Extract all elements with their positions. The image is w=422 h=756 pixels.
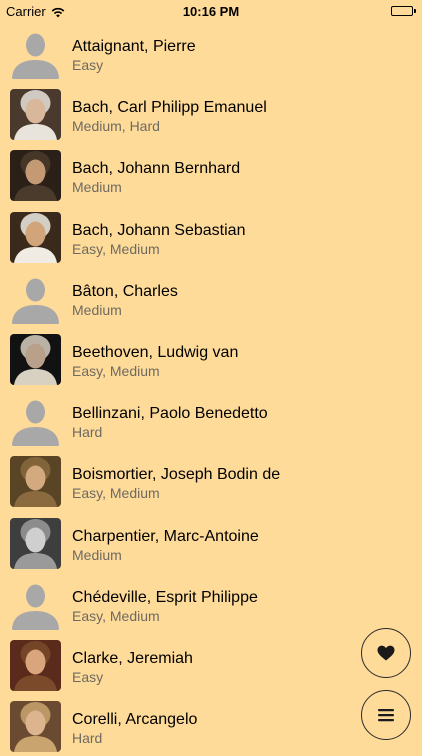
composer-portrait [10,517,61,569]
favorites-button[interactable] [361,628,411,678]
composer-row[interactable]: Bach, Johann Bernhard Medium [0,144,422,205]
composer-name: Bach, Johann Sebastian [72,221,246,239]
composer-row[interactable]: Clarke, Jeremiah Easy [0,634,422,695]
composer-portrait [10,150,61,202]
composer-name: Bach, Carl Philipp Emanuel [72,99,267,117]
composer-row[interactable]: Beethoven, Ludwig van Easy, Medium [0,328,422,389]
composer-row[interactable]: Boismortier, Joseph Bodin de Easy, Medium [0,450,422,511]
composer-portrait [10,333,61,385]
placeholder-avatar-icon [10,28,61,79]
composer-name: Boismortier, Joseph Bodin de [72,466,281,484]
composer-row[interactable]: Bellinzani, Paolo Benedetto Hard [0,389,422,450]
battery-full-icon [391,6,416,16]
status-time: 10:16 PM [182,3,240,19]
composer-portrait [10,89,61,141]
placeholder-avatar-icon [10,578,61,630]
composer-name: Bâton, Charles [72,282,178,300]
difficulty-level: Hard [72,424,103,441]
difficulty-level: Hard [72,730,103,747]
composer-name: Charpentier, Marc-Antoine [72,527,259,545]
difficulty-level: Medium [72,301,122,318]
difficulty-level: Medium [72,179,122,196]
composer-portrait [10,211,61,263]
composer-name: Corelli, Arcangelo [72,711,198,729]
composer-name: Attaignant, Pierre [72,38,196,55]
status-bar: Carrier 10:16 PM [0,0,422,22]
composer-name: Bellinzani, Paolo Benedetto [72,405,268,423]
difficulty-level: Easy, Medium [72,240,160,257]
composer-row[interactable]: Bach, Johann Sebastian Easy, Medium [0,206,422,267]
composer-row[interactable]: Bach, Carl Philipp Emanuel Medium, Hard [0,83,422,144]
difficulty-level: Medium [72,546,122,563]
composer-name: Chédeville, Esprit Philippe [72,588,258,606]
wifi-icon [51,6,65,17]
composer-row[interactable]: Chédeville, Esprit Philippe Easy, Medium [0,573,422,634]
heart-icon [377,645,395,661]
composer-row[interactable]: Attaignant, Pierre Easy [0,22,422,83]
difficulty-level: Easy, Medium [72,485,160,502]
composer-name: Clarke, Jeremiah [72,649,193,667]
composer-row[interactable]: Charpentier, Marc-Antoine Medium [0,512,422,573]
difficulty-level: Easy, Medium [72,607,160,624]
composer-portrait [10,456,61,508]
menu-icon [378,708,394,722]
placeholder-avatar-icon [10,272,61,324]
composer-row[interactable]: Corelli, Arcangelo Hard [0,695,422,756]
composer-name: Bach, Johann Bernhard [72,160,241,178]
difficulty-level: Easy, Medium [72,362,160,379]
difficulty-level: Easy [72,668,104,685]
difficulty-level: Easy [72,57,104,73]
composer-row[interactable]: Bâton, Charles Medium [0,267,422,328]
composer-list[interactable]: Attaignant, Pierre Easy Bach, Carl Philipp… [0,22,422,756]
menu-button[interactable] [361,690,411,740]
status-left: Carrier [6,4,65,19]
difficulty-level: Medium, Hard [72,118,160,135]
composer-name: Beethoven, Ludwig van [72,343,239,361]
composer-portrait [10,701,61,753]
carrier-label: Carrier [6,3,46,19]
placeholder-avatar-icon [10,395,61,447]
composer-portrait [10,639,61,691]
